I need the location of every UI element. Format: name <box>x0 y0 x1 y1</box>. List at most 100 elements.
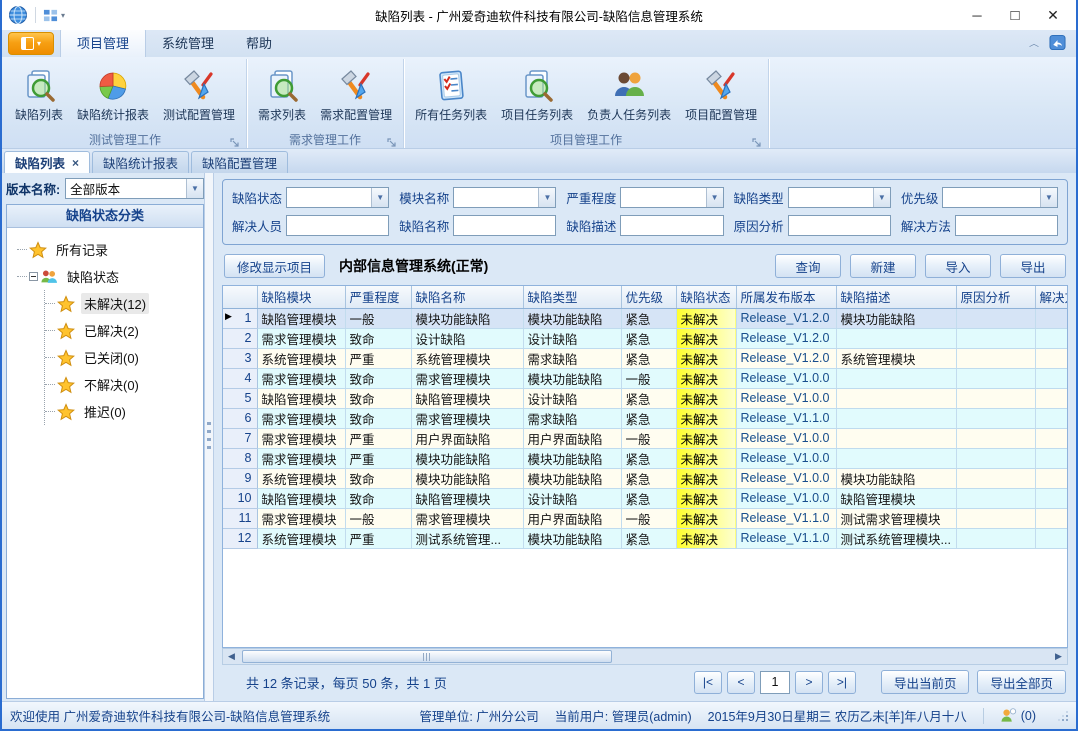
close-icon[interactable]: × <box>72 156 79 170</box>
grid-cell <box>1035 488 1068 508</box>
owner-tasks-list-button[interactable]: 负责人任务列表 <box>580 67 678 125</box>
grid-column-header[interactable]: 缺陷类型 <box>523 286 621 308</box>
resize-grip-icon[interactable] <box>1058 711 1068 721</box>
table-row[interactable]: 5缺陷管理模块致命缺陷管理模块设计缺陷紧急未解决Release_V1.0.0 <box>223 388 1068 408</box>
grid-column-header[interactable]: 缺陷状态 <box>676 286 736 308</box>
table-row[interactable]: 8需求管理模块严重模块功能缺陷模块功能缺陷紧急未解决Release_V1.0.0 <box>223 448 1068 468</box>
scroll-left-icon[interactable]: ◀ <box>223 649 240 664</box>
doc-tab-1[interactable]: 缺陷列表× <box>4 151 90 173</box>
chevron-down-icon[interactable]: ▼ <box>873 188 890 207</box>
next-page-button[interactable]: > <box>795 671 823 694</box>
help-icon[interactable] <box>1049 34 1066 51</box>
maximize-button[interactable]: □ <box>998 3 1032 27</box>
grid-column-header[interactable]: 严重程度 <box>345 286 411 308</box>
table-row[interactable]: 7需求管理模块严重用户界面缺陷用户界面缺陷一般未解决Release_V1.0.0 <box>223 428 1068 448</box>
table-row[interactable]: ▶1缺陷管理模块一般模块功能缺陷模块功能缺陷紧急未解决Release_V1.2.… <box>223 308 1068 328</box>
filter-module-name[interactable]: ▼ <box>453 187 556 208</box>
star-icon <box>57 403 81 421</box>
table-row[interactable]: 4需求管理模块致命需求管理模块模块功能缺陷一般未解决Release_V1.0.0 <box>223 368 1068 388</box>
horizontal-scrollbar[interactable]: ◀ ▶ <box>222 648 1068 665</box>
doc-tab-2[interactable]: 缺陷统计报表 <box>92 151 189 173</box>
filter-solution[interactable] <box>955 215 1058 236</box>
query-button[interactable]: 查询 <box>775 254 841 278</box>
table-row[interactable]: 2需求管理模块致命设计缺陷设计缺陷紧急未解决Release_V1.2.0 <box>223 328 1068 348</box>
filter-priority[interactable]: ▼ <box>942 187 1058 208</box>
import-button[interactable]: 导入 <box>925 254 991 278</box>
dialog-launcher-icon[interactable] <box>387 135 397 145</box>
ribbon-tab-2[interactable]: 系统管理 <box>146 29 230 57</box>
tree-item-postponed[interactable]: 推迟(0) <box>45 398 201 425</box>
prev-page-button[interactable]: < <box>727 671 755 694</box>
scroll-right-icon[interactable]: ▶ <box>1050 649 1067 664</box>
defect-list-button[interactable]: 缺陷列表 <box>8 67 70 125</box>
doc-tab-3[interactable]: 缺陷配置管理 <box>191 151 288 173</box>
table-row[interactable]: 12系统管理模块严重测试系统管理...模块功能缺陷紧急未解决Release_V1… <box>223 528 1068 548</box>
chevron-down-icon[interactable]: ▼ <box>186 179 203 198</box>
star-icon <box>57 322 81 340</box>
last-page-button[interactable]: >| <box>828 671 856 694</box>
first-page-button[interactable]: |< <box>694 671 722 694</box>
grid-cell: 致命 <box>345 328 411 348</box>
table-row[interactable]: 10缺陷管理模块致命缺陷管理模块设计缺陷紧急未解决Release_V1.0.0缺… <box>223 488 1068 508</box>
filter-cause-analysis[interactable] <box>788 215 891 236</box>
filter-defect-type[interactable]: ▼ <box>788 187 891 208</box>
table-row[interactable]: 11需求管理模块一般需求管理模块用户界面缺陷一般未解决Release_V1.1.… <box>223 508 1068 528</box>
requirement-config-management-button[interactable]: 需求配置管理 <box>313 67 399 125</box>
table-row[interactable]: 9系统管理模块致命模块功能缺陷模块功能缺陷紧急未解决Release_V1.0.0… <box>223 468 1068 488</box>
version-combobox[interactable]: 全部版本 ▼ <box>65 178 204 199</box>
defect-stats-report-button[interactable]: 缺陷统计报表 <box>70 67 156 125</box>
grid-column-header[interactable]: 原因分析 <box>956 286 1035 308</box>
all-tasks-list-button[interactable]: 所有任务列表 <box>408 67 494 125</box>
ribbon-tab-3[interactable]: 帮助 <box>230 29 288 57</box>
scrollbar-thumb[interactable] <box>242 650 612 663</box>
grid-column-header[interactable]: 缺陷模块 <box>257 286 345 308</box>
grid-column-header[interactable]: 缺陷名称 <box>411 286 523 308</box>
tree-item-unresolved[interactable]: 未解决(12) <box>45 290 201 317</box>
dialog-launcher-icon[interactable] <box>752 135 762 145</box>
chevron-down-icon[interactable]: ▼ <box>371 188 388 207</box>
export-current-page-button[interactable]: 导出当前页 <box>881 670 970 694</box>
export-all-pages-button[interactable]: 导出全部页 <box>977 670 1066 694</box>
chevron-down-icon[interactable]: ▼ <box>706 188 723 207</box>
tree-item-defect-status[interactable]: 缺陷状态 <box>17 263 201 290</box>
new-button[interactable]: 新建 <box>850 254 916 278</box>
grid-column-header[interactable]: 优先级 <box>621 286 676 308</box>
modify-display-items-button[interactable]: 修改显示项目 <box>224 254 325 278</box>
filter-defect-name[interactable] <box>453 215 556 236</box>
test-config-management-button[interactable]: 测试配置管理 <box>156 67 242 125</box>
scrollbar-track[interactable] <box>240 649 1050 664</box>
grid-column-header[interactable]: 所属发布版本 <box>736 286 836 308</box>
chevron-down-icon[interactable]: ▼ <box>1040 188 1057 207</box>
application-menu-button[interactable]: ▾ <box>8 32 54 55</box>
filter-resolver[interactable] <box>286 215 389 236</box>
filter-severity[interactable]: ▼ <box>620 187 723 208</box>
grid-cell: 一般 <box>621 508 676 528</box>
tree-item-closed[interactable]: 已关闭(0) <box>45 344 201 371</box>
dialog-launcher-icon[interactable] <box>230 135 240 145</box>
table-row[interactable]: 6需求管理模块致命需求管理模块需求缺陷紧急未解决Release_V1.1.0 <box>223 408 1068 428</box>
close-button[interactable]: ✕ <box>1036 3 1070 27</box>
minimize-button[interactable]: ─ <box>960 3 994 27</box>
sidebar-splitter[interactable] <box>204 173 214 701</box>
chevron-down-icon[interactable]: ▼ <box>538 188 555 207</box>
export-button[interactable]: 导出 <box>1000 254 1066 278</box>
filter-defect-description[interactable] <box>620 215 723 236</box>
ribbon-group-title: 测试管理工作 <box>89 131 161 148</box>
tree-collapse-icon[interactable] <box>29 272 38 281</box>
filter-defect-status[interactable]: ▼ <box>286 187 389 208</box>
project-tasks-list-button[interactable]: 项目任务列表 <box>494 67 580 125</box>
grid-cell: 测试系统管理模块... <box>836 528 956 548</box>
ribbon-collapse-icon[interactable]: ︿ <box>1029 36 1039 48</box>
grid-column-header[interactable]: 缺陷描述 <box>836 286 956 308</box>
grid-column-header[interactable]: 解决方法 <box>1035 286 1068 308</box>
row-indicator-cell: ▶1 <box>223 308 257 328</box>
ribbon-tab-1[interactable]: 项目管理 <box>60 28 146 57</box>
tree-item-wont-fix[interactable]: 不解决(0) <box>45 371 201 398</box>
tree-item-resolved[interactable]: 已解决(2) <box>45 317 201 344</box>
project-config-management-button[interactable]: 项目配置管理 <box>678 67 764 125</box>
requirement-list-button[interactable]: 需求列表 <box>251 67 313 125</box>
tree-item-all-records[interactable]: 所有记录 <box>17 236 201 263</box>
quick-access-toolbar-icon[interactable]: ▾ <box>43 8 65 23</box>
page-number-input[interactable] <box>760 671 790 694</box>
table-row[interactable]: 3系统管理模块严重系统管理模块需求缺陷紧急未解决Release_V1.2.0系统… <box>223 348 1068 368</box>
